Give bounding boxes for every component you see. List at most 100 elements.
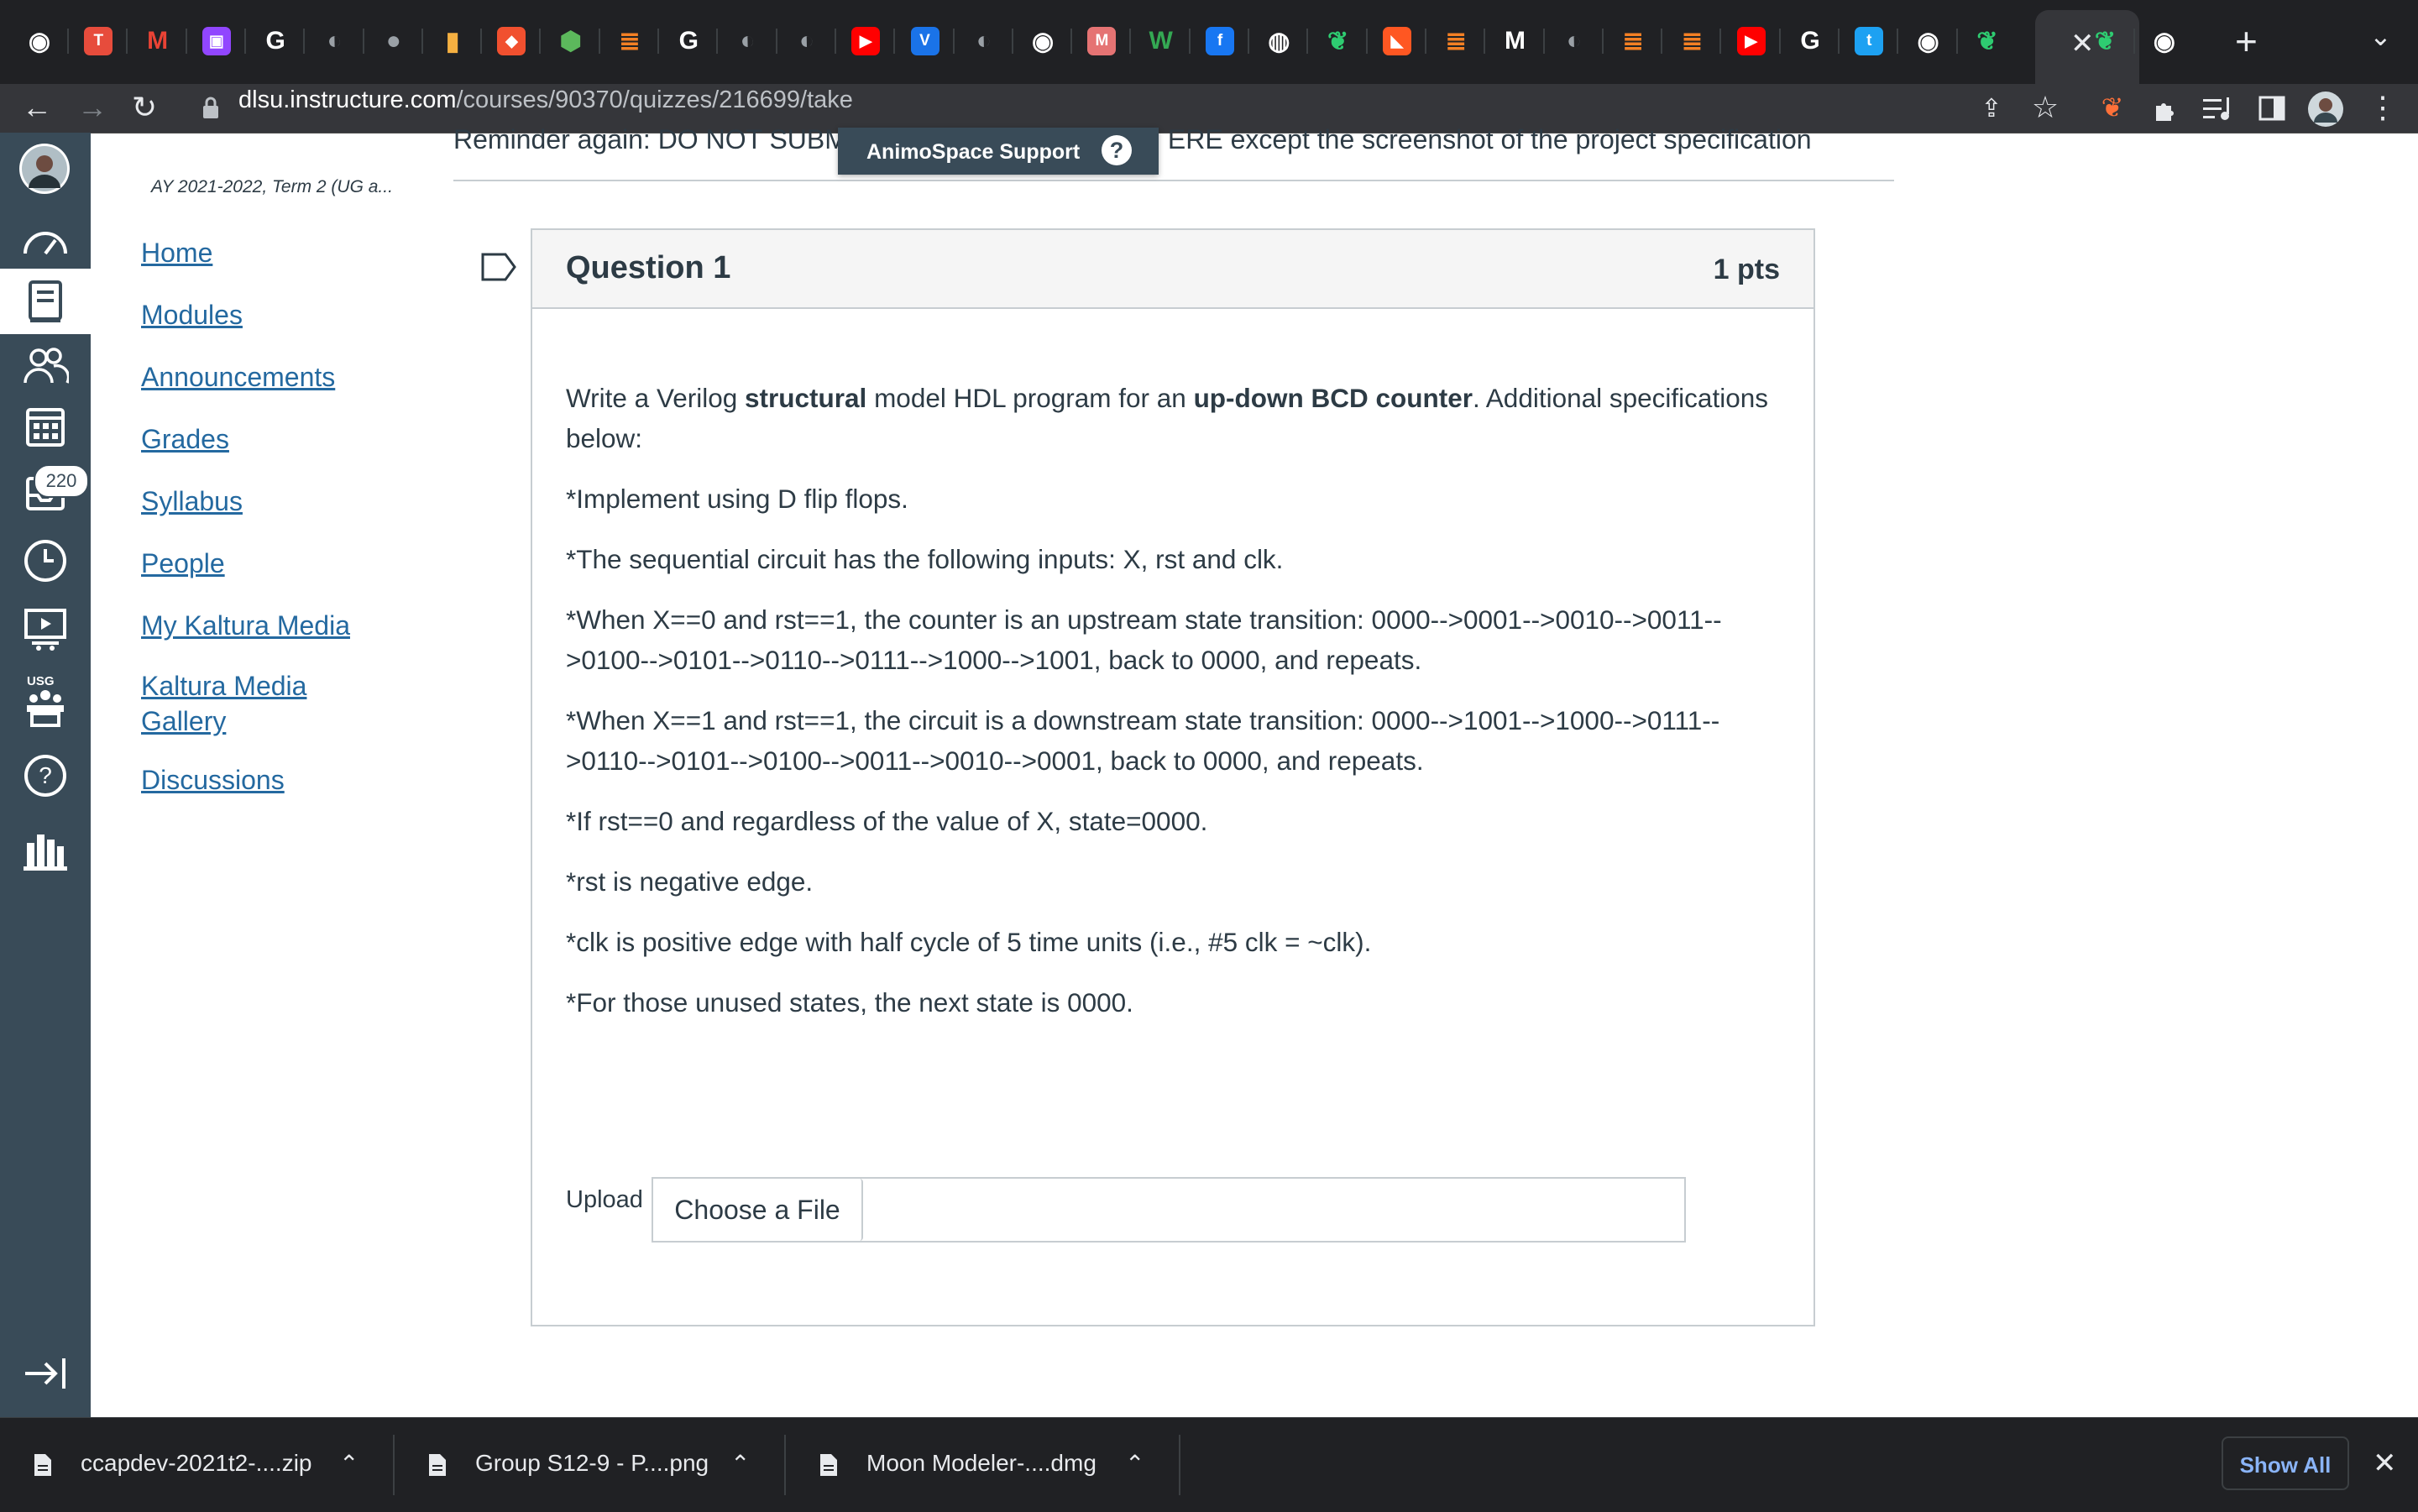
tab-favicon-twitch-icon[interactable]: ▣ (202, 27, 231, 55)
share-icon[interactable]: ⇪ (1975, 94, 2008, 124)
address-bar[interactable]: dlsu.instructure.com/courses/90370/quizz… (238, 86, 853, 114)
tab-separator (2133, 29, 2135, 54)
tab-separator (126, 29, 128, 54)
tab-search-icon[interactable]: ⌄ (2369, 20, 2392, 52)
tab-favicon-m-italic-icon[interactable]: M (1501, 27, 1530, 55)
download-item[interactable]: ccapdev-2021t2-....zip ⌃ (0, 1418, 395, 1512)
spec-item: *When X==0 and rst==1, the counter is an… (566, 604, 1722, 675)
extension-fox-icon[interactable]: ❦ (2096, 92, 2129, 123)
course-nav-syllabus[interactable]: Syllabus (141, 484, 243, 519)
choose-file-button[interactable]: Choose a File (653, 1179, 863, 1241)
tab-favicon-globe-icon[interactable]: ◐ (734, 27, 762, 55)
tab-separator (1129, 29, 1132, 54)
bookmark-star-icon[interactable]: ☆ (2028, 92, 2062, 123)
tab-favicon-leaf-icon[interactable]: ❦ (2091, 27, 2120, 55)
tab-favicon-stackoverflow-icon[interactable]: ≣ (1442, 27, 1470, 55)
dashboard-icon[interactable] (20, 220, 71, 260)
menu-kebab-icon[interactable]: ⋮ (2366, 92, 2400, 123)
reload-icon[interactable]: ↻ (128, 92, 161, 123)
commons-usg-icon[interactable]: USG (22, 673, 69, 729)
course-nav-grades[interactable]: Grades (141, 421, 229, 457)
course-nav-people[interactable]: People (141, 546, 225, 581)
tab-favicon-globe-icon[interactable]: ◐ (321, 27, 349, 55)
file-upload-field[interactable]: Choose a File (652, 1177, 1686, 1243)
close-downloads-icon[interactable]: ✕ (2373, 1447, 2397, 1480)
tab-favicon-globe-icon[interactable]: ◐ (970, 27, 998, 55)
download-item[interactable]: Group S12-9 - P....png ⌃ (395, 1418, 786, 1512)
tab-favicon-t-icon[interactable]: t (1855, 27, 1884, 55)
course-nav-home[interactable]: Home (141, 235, 212, 270)
download-options-chevron-icon[interactable]: ⌃ (339, 1450, 359, 1478)
tab-favicon-github-icon[interactable]: ◍ (1264, 27, 1293, 55)
profile-avatar-icon[interactable] (2307, 91, 2344, 128)
tab-favicon-leaf-icon[interactable]: ❦ (1324, 27, 1353, 55)
tab-favicon-textbook-icon[interactable]: T (84, 27, 113, 55)
side-panel-icon[interactable] (2258, 96, 2285, 121)
tab-separator (1838, 29, 1840, 54)
tab-favicon-chrome-icon[interactable]: ◉ (1914, 27, 1943, 55)
spec-item: *clk is positive edge with half cycle of… (566, 927, 1372, 957)
tab-favicon-gmail-icon[interactable]: M (144, 27, 172, 55)
tab-favicon-globe-icon[interactable]: ◐ (1560, 27, 1588, 55)
tab-favicon-google-icon[interactable]: G (1796, 27, 1824, 55)
tab-separator (716, 29, 719, 54)
library-icon[interactable] (24, 829, 67, 871)
tab-separator (67, 29, 69, 54)
course-nav-announcements[interactable]: Announcements (141, 359, 335, 395)
extensions-puzzle-icon[interactable] (2153, 96, 2180, 123)
tab-favicon-google-icon[interactable]: G (674, 27, 703, 55)
tab-favicon-w-icon[interactable]: W (1147, 27, 1175, 55)
tab-favicon-stackoverflow-icon[interactable]: ≣ (1677, 27, 1706, 55)
tab-separator (1011, 29, 1013, 54)
tab-separator (539, 29, 542, 54)
download-item[interactable]: Moon Modeler-....dmg ⌃ (786, 1418, 1180, 1512)
tab-separator (1661, 29, 1663, 54)
tab-separator (243, 29, 246, 54)
lock-icon[interactable] (202, 96, 220, 121)
tab-favicon-shield-icon[interactable]: ⬢ (557, 27, 585, 55)
tab-favicon-git-icon[interactable]: ◆ (497, 27, 526, 55)
tab-favicon-globe-icon[interactable]: ◐ (793, 27, 821, 55)
tab-favicon-m-icon[interactable]: M (1087, 27, 1117, 55)
course-nav-discussions[interactable]: Discussions (141, 762, 285, 798)
tab-favicon-bottle-icon[interactable]: ▮ (438, 27, 467, 55)
tab-favicon-google-icon[interactable]: G (261, 27, 290, 55)
back-icon[interactable]: ← (20, 92, 54, 123)
collapse-nav-icon[interactable] (22, 1355, 69, 1392)
help-icon[interactable]: ? (24, 754, 67, 798)
download-options-chevron-icon[interactable]: ⌃ (1125, 1450, 1144, 1478)
active-tab[interactable]: ✕ (2035, 10, 2139, 84)
show-all-downloads-button[interactable]: Show All (2222, 1436, 2349, 1490)
flag-question-icon[interactable] (480, 252, 517, 282)
tab-favicon-stackoverflow-icon[interactable]: ≣ (1619, 27, 1647, 55)
forward-icon[interactable]: → (76, 92, 109, 123)
tab-favicon-stackoverflow-icon[interactable]: ≣ (615, 27, 644, 55)
tab-favicon-chrome-icon[interactable]: ◉ (1028, 27, 1057, 55)
tab-separator (1188, 29, 1191, 54)
tab-favicon-leaf-icon[interactable]: ❦ (1973, 27, 2002, 55)
tab-separator (1484, 29, 1486, 54)
tab-favicon-facebook-icon[interactable]: f (1206, 27, 1234, 55)
studio-icon[interactable] (24, 608, 67, 651)
tab-favicon-youtube-icon[interactable]: ▶ (851, 27, 881, 55)
courses-icon[interactable] (27, 280, 64, 324)
tab-separator (775, 29, 777, 54)
calendar-icon[interactable] (25, 405, 65, 448)
course-nav-my-kaltura-media[interactable]: My Kaltura Media (141, 608, 350, 643)
tab-favicon-apple-icon[interactable]: ● (379, 27, 408, 55)
media-queue-icon[interactable] (2203, 97, 2233, 121)
tab-favicon-fox-icon[interactable]: ◣ (1382, 27, 1411, 55)
animospace-support-button[interactable]: AnimoSpace Support ? (838, 128, 1159, 175)
download-options-chevron-icon[interactable]: ⌃ (730, 1450, 750, 1478)
history-clock-icon[interactable] (24, 539, 67, 583)
new-tab-button[interactable]: + (2235, 18, 2258, 64)
tab-favicon-v-icon[interactable]: V (910, 27, 939, 55)
course-nav-kaltura-media-gallery[interactable]: Kaltura Media Gallery (141, 668, 343, 739)
tab-favicon-chrome-icon[interactable]: ◉ (2150, 27, 2179, 55)
groups-icon[interactable] (22, 346, 69, 386)
tab-favicon-chrome-icon[interactable]: ◉ (25, 27, 54, 55)
account-avatar-icon[interactable] (18, 143, 71, 195)
course-nav-modules[interactable]: Modules (141, 297, 243, 332)
tab-favicon-youtube-icon[interactable]: ▶ (1736, 27, 1766, 55)
question-points: 1 pts (1713, 254, 1780, 285)
